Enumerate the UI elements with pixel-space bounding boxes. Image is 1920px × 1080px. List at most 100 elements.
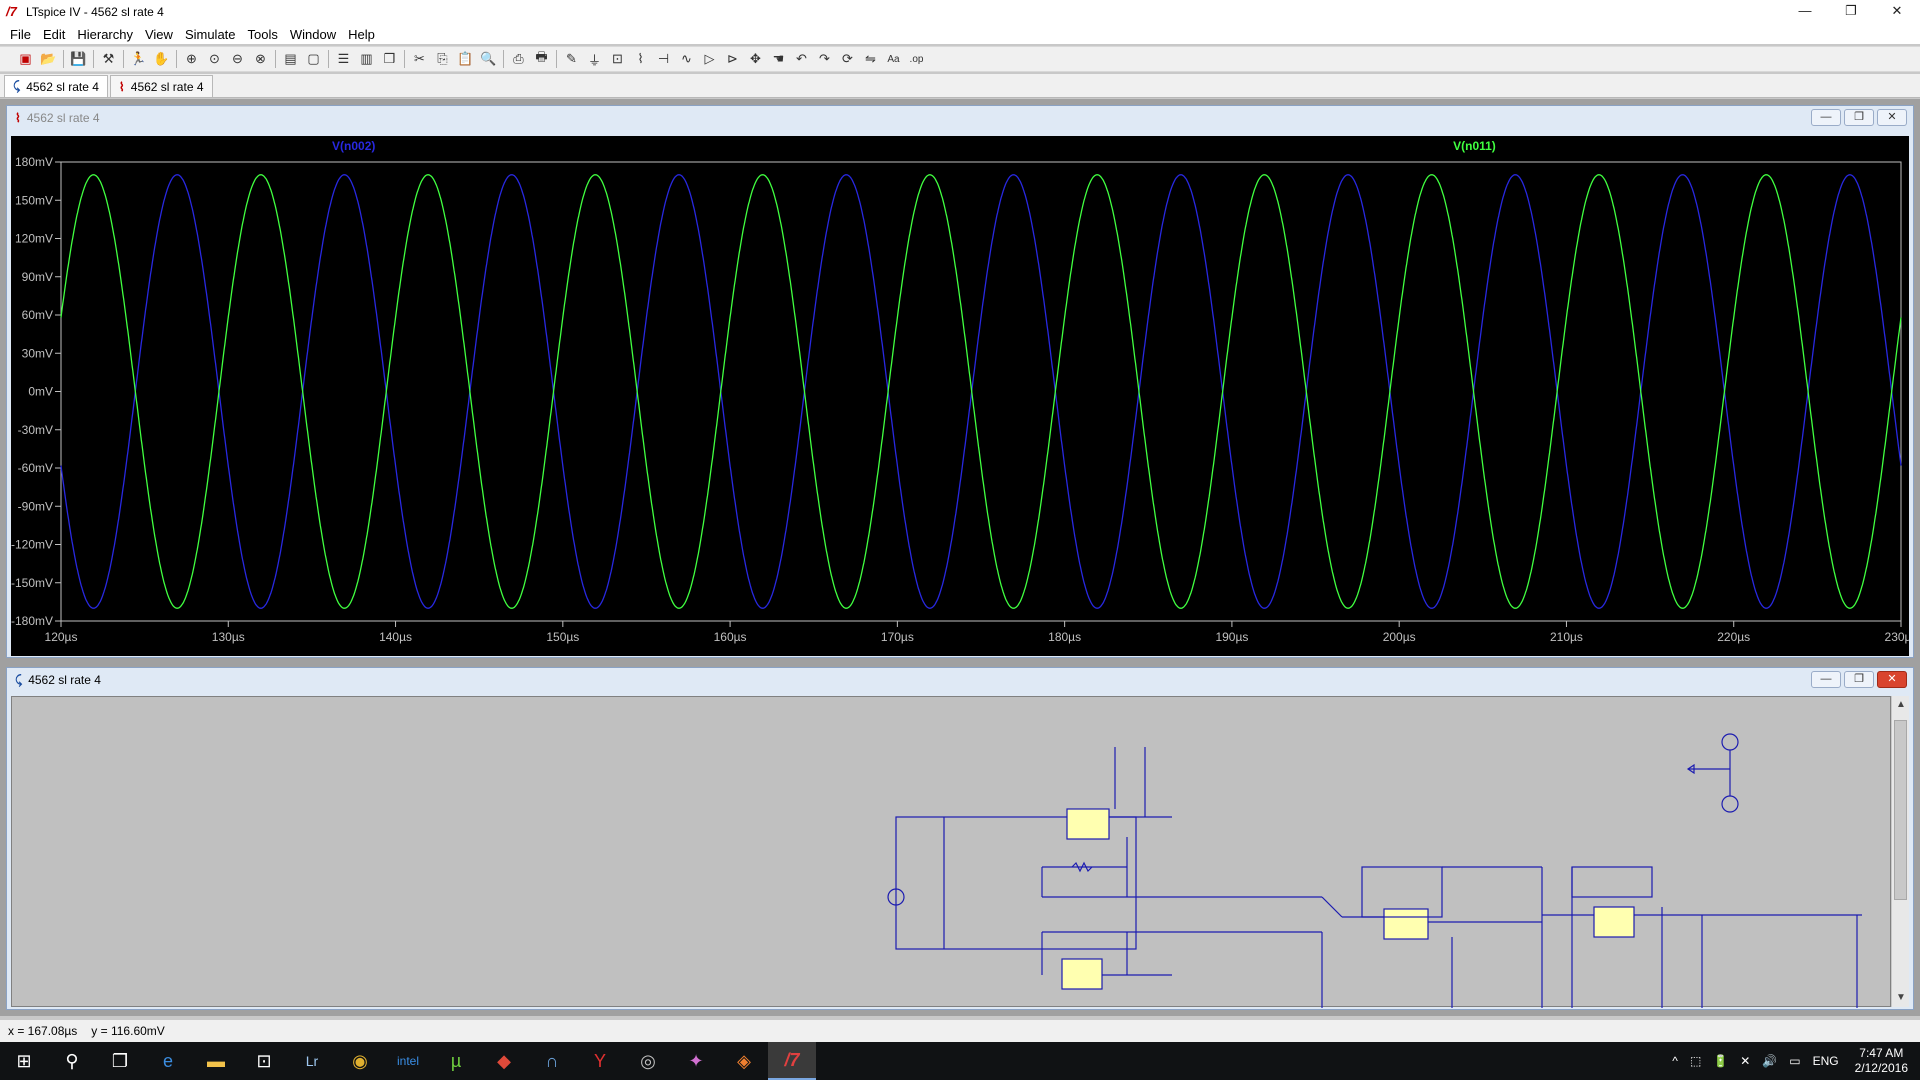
scroll-up-icon[interactable]: ▲: [1892, 696, 1910, 714]
undo-icon[interactable]: ↶: [790, 49, 813, 69]
minimize-button[interactable]: —: [1811, 109, 1841, 126]
restore-button[interactable]: ❐: [1828, 0, 1874, 22]
tile-vertical-icon[interactable]: ▥: [355, 49, 378, 69]
scrollbar-thumb[interactable]: [1894, 720, 1907, 900]
notifications-icon[interactable]: ▭: [1789, 1054, 1800, 1068]
new-schematic-icon[interactable]: ▣: [14, 49, 37, 69]
schematic-canvas[interactable]: [11, 696, 1892, 1008]
language-indicator[interactable]: ENG: [1813, 1054, 1839, 1068]
halt-icon[interactable]: ✋: [150, 49, 173, 69]
intel-icon[interactable]: intel: [384, 1042, 432, 1080]
resistor-icon[interactable]: ⌇: [629, 49, 652, 69]
restore-button[interactable]: ❐: [1844, 671, 1874, 688]
app-y-icon[interactable]: Y: [576, 1042, 624, 1080]
save-icon[interactable]: 💾: [67, 49, 90, 69]
tray-display-icon[interactable]: ⬚: [1690, 1054, 1701, 1068]
edge-icon[interactable]: e: [144, 1042, 192, 1080]
zoom-area-icon[interactable]: ⊙: [203, 49, 226, 69]
control-panel-icon[interactable]: ⚒: [97, 49, 120, 69]
inductor-icon[interactable]: ∿: [675, 49, 698, 69]
menu-hierarchy[interactable]: Hierarchy: [71, 27, 139, 42]
document-tabs: ⤹ 4562 sl rate 4 ⌇ 4562 sl rate 4: [0, 74, 1920, 98]
task-view-icon[interactable]: ❐: [96, 1042, 144, 1080]
clock-date: 2/12/2016: [1854, 1061, 1908, 1075]
spice-directive-icon[interactable]: .op: [905, 49, 928, 69]
print-icon[interactable]: 🖶: [530, 49, 553, 69]
menu-window[interactable]: Window: [284, 27, 342, 42]
text-icon[interactable]: Aa: [882, 49, 905, 69]
app-red-icon[interactable]: ◆: [480, 1042, 528, 1080]
network-icon[interactable]: ✕: [1740, 1054, 1750, 1068]
app-orange-icon[interactable]: ◈: [720, 1042, 768, 1080]
store-icon[interactable]: ⊡: [240, 1042, 288, 1080]
tab-schematic[interactable]: ⤹ 4562 sl rate 4: [4, 75, 108, 97]
cascade-icon[interactable]: ❒: [378, 49, 401, 69]
tile-horizontal-icon[interactable]: ☰: [332, 49, 355, 69]
capacitor-icon[interactable]: ⊣: [652, 49, 675, 69]
scroll-down-icon[interactable]: ▼: [1892, 989, 1910, 1007]
redo-icon[interactable]: ↷: [813, 49, 836, 69]
ground-icon[interactable]: ⏚: [583, 49, 606, 69]
zoom-in-icon[interactable]: ⊕: [180, 49, 203, 69]
schematic-drawing[interactable]: [12, 697, 1892, 1008]
mirror-icon[interactable]: ⇋: [859, 49, 882, 69]
lightroom-icon[interactable]: Lr: [288, 1042, 336, 1080]
menu-tools[interactable]: Tools: [242, 27, 284, 42]
y-tick-label: -90mV: [18, 499, 53, 513]
minimize-button[interactable]: —: [1782, 0, 1828, 22]
volume-icon[interactable]: 🔊: [1762, 1054, 1777, 1068]
open-icon[interactable]: 📂: [37, 49, 60, 69]
zoom-cancel-icon[interactable]: ⊗: [249, 49, 272, 69]
tab-waveform[interactable]: ⌇ 4562 sl rate 4: [109, 75, 213, 97]
close-button[interactable]: ✕: [1874, 0, 1920, 22]
copy-icon[interactable]: ⎘: [431, 49, 454, 69]
battery-icon[interactable]: 🔋: [1713, 1054, 1728, 1068]
cut-icon[interactable]: ✂: [408, 49, 431, 69]
minimize-button[interactable]: —: [1811, 671, 1841, 688]
clock[interactable]: 7:47 AM 2/12/2016: [1855, 1046, 1908, 1076]
schematic-window-titlebar[interactable]: ⤹ 4562 sl rate 4 — ❐ ✕: [7, 668, 1913, 692]
close-button[interactable]: ✕: [1877, 109, 1907, 126]
run-icon[interactable]: 🏃: [127, 49, 150, 69]
draw-wire-icon[interactable]: ✎: [560, 49, 583, 69]
component-icon[interactable]: ⊳: [721, 49, 744, 69]
ltspice-icon[interactable]: /7: [768, 1042, 816, 1080]
menu-edit[interactable]: Edit: [37, 27, 71, 42]
drag-icon[interactable]: ☚: [767, 49, 790, 69]
utorrent-icon[interactable]: µ: [432, 1042, 480, 1080]
opamp-u8-symbol: [1383, 908, 1429, 940]
restore-button[interactable]: ❐: [1844, 109, 1874, 126]
menu-file[interactable]: File: [4, 27, 37, 42]
diode-icon[interactable]: ▷: [698, 49, 721, 69]
autorange-icon[interactable]: ▤: [279, 49, 302, 69]
search-icon[interactable]: ⚲: [48, 1042, 96, 1080]
waveform-chart[interactable]: 180mV 150mV 120mV 90mV 60mV 30mV 0mV -30mV -60mV…: [11, 136, 1918, 656]
vertical-scrollbar[interactable]: ▲ ▼: [1891, 696, 1909, 1007]
app-blue-icon[interactable]: ∩: [528, 1042, 576, 1080]
y-tick-label: -30mV: [18, 423, 53, 437]
close-button[interactable]: ✕: [1877, 671, 1907, 688]
file-explorer-icon[interactable]: ▬: [192, 1042, 240, 1080]
windows-start-icon[interactable]: ⊞: [0, 1042, 48, 1080]
rotate-icon[interactable]: ⟳: [836, 49, 859, 69]
label-net-icon[interactable]: ⊡: [606, 49, 629, 69]
opamp-u6-symbol: [1061, 958, 1103, 990]
print-setup-icon[interactable]: ⎙: [507, 49, 530, 69]
tray-overflow-icon[interactable]: ^: [1672, 1054, 1678, 1068]
chrome-icon[interactable]: ◉: [336, 1042, 384, 1080]
plot-area[interactable]: 180mV 150mV 120mV 90mV 60mV 30mV 0mV -30mV -60mV…: [11, 136, 1918, 656]
y-tick-label: 30mV: [22, 346, 53, 360]
voltage-source-v2-symbol: [1721, 795, 1739, 813]
y-tick-label: 150mV: [15, 193, 53, 207]
media-icon[interactable]: ◎: [624, 1042, 672, 1080]
menu-view[interactable]: View: [139, 27, 179, 42]
find-icon[interactable]: 🔍: [477, 49, 500, 69]
waveform-window-titlebar[interactable]: ⌇ 4562 sl rate 4 — ❐ ✕: [7, 106, 1913, 130]
menu-simulate[interactable]: Simulate: [179, 27, 242, 42]
menu-help[interactable]: Help: [342, 27, 381, 42]
app-color-icon[interactable]: ✦: [672, 1042, 720, 1080]
zoom-back-icon[interactable]: ▢: [302, 49, 325, 69]
zoom-out-icon[interactable]: ⊖: [226, 49, 249, 69]
move-icon[interactable]: ✥: [744, 49, 767, 69]
paste-icon[interactable]: 📋: [454, 49, 477, 69]
